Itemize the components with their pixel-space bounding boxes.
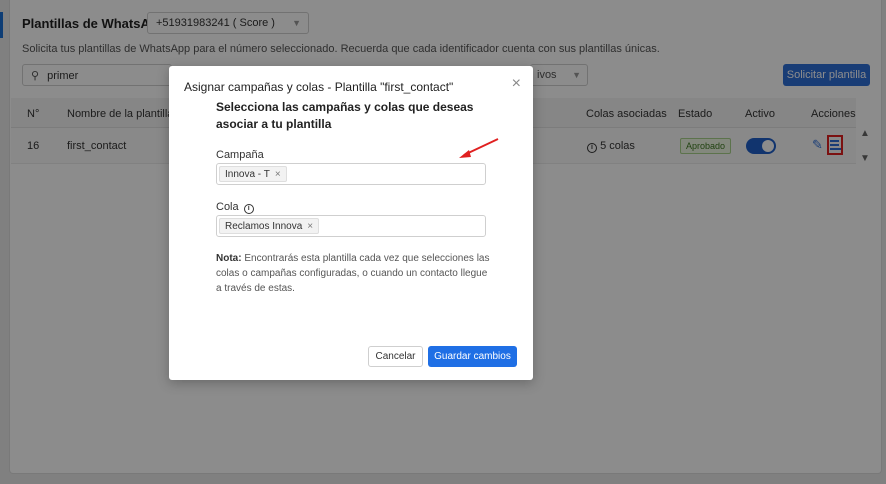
modal-note: Nota: Encontrarás esta plantilla cada ve… [216, 251, 492, 296]
info-icon[interactable]: i [243, 204, 254, 214]
save-changes-button[interactable]: Guardar cambios [428, 346, 517, 367]
remove-tag-icon[interactable]: × [275, 169, 281, 180]
modal-title: Asignar campañas y colas - Plantilla "fi… [184, 80, 454, 94]
cancel-button[interactable]: Cancelar [368, 346, 423, 367]
campaign-label: Campaña [216, 149, 264, 161]
note-label: Nota: [216, 253, 242, 264]
queue-multiselect[interactable]: Reclamos Innova × [216, 215, 486, 237]
queue-tag-label: Reclamos Innova [225, 221, 303, 232]
remove-tag-icon[interactable]: × [307, 221, 313, 232]
campaign-tag-label: Innova - T [225, 169, 270, 180]
note-text: Encontrarás esta plantilla cada vez que … [216, 253, 490, 294]
arrow-head [459, 150, 471, 158]
close-icon[interactable]: × [512, 76, 521, 92]
campaign-multiselect[interactable]: Innova - T × [216, 163, 486, 185]
queue-label-text: Cola [216, 201, 239, 213]
queue-label: Cola i [216, 201, 254, 214]
modal-subtitle: Selecciona las campañas y colas que dese… [216, 100, 474, 131]
assign-campaigns-modal: Asignar campañas y colas - Plantilla "fi… [169, 66, 533, 380]
red-annotation-arrow-icon [459, 138, 499, 158]
queue-tag: Reclamos Innova × [219, 218, 320, 234]
campaign-tag: Innova - T × [219, 166, 287, 182]
